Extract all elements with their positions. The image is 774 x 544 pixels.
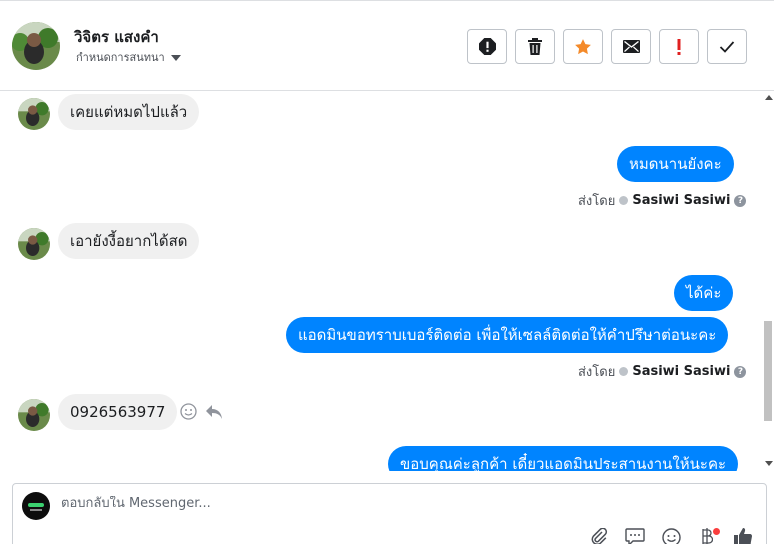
conversation-status-dropdown[interactable]: กำหนดการสนทนา	[76, 48, 181, 66]
exclamation-icon	[676, 38, 682, 56]
conversation-header: วิจิตร แสงคำ กำหนดการสนทนา	[0, 0, 774, 91]
react-emoji-icon[interactable]	[180, 403, 197, 424]
caret-down-icon	[170, 54, 181, 61]
incoming-message: 0926563977	[58, 394, 178, 430]
emoji-button[interactable]	[660, 527, 682, 544]
follow-up-button[interactable]	[659, 29, 699, 64]
sent-by-label: ส่งโดย	[578, 365, 616, 380]
incoming-message: เคยแต่หมดไปแล้ว	[58, 94, 200, 130]
report-icon	[478, 38, 496, 55]
scroll-thumb[interactable]	[764, 321, 772, 421]
payment-button[interactable]	[696, 528, 720, 544]
sender-avatar	[18, 98, 50, 130]
agent-status-icon	[619, 196, 629, 205]
trash-icon	[527, 38, 543, 55]
baht-icon	[701, 528, 714, 544]
thumbs-up-icon	[733, 527, 753, 544]
reply-icon[interactable]	[205, 404, 223, 424]
outgoing-message: หมดนานยังคะ	[617, 146, 734, 182]
chat-bubble-icon	[625, 528, 645, 544]
sent-by-label: ส่งโดย	[578, 194, 616, 209]
smiley-icon	[661, 527, 681, 544]
message-hover-tools	[180, 403, 223, 424]
agent-name: Sasiwi Sasiwi	[632, 364, 731, 379]
reply-input[interactable]	[61, 496, 581, 511]
paperclip-icon	[590, 527, 608, 544]
conversation-status-label: กำหนดการสนทนา	[76, 51, 165, 64]
outgoing-message: แอดมินขอทราบเบอร์ติดต่อ เพื่อให้เซลล์ติด…	[286, 317, 729, 353]
page-logo	[22, 492, 50, 520]
report-spam-button[interactable]	[467, 29, 507, 64]
check-icon	[719, 40, 735, 53]
sender-avatar	[18, 228, 50, 260]
contact-avatar[interactable]	[12, 22, 60, 70]
delete-button[interactable]	[515, 29, 555, 64]
like-button[interactable]	[732, 528, 754, 544]
help-icon[interactable]: ?	[734, 194, 747, 207]
sent-by-info: ส่งโดย Sasiwi Sasiwi ?	[578, 361, 747, 382]
star-icon	[574, 38, 592, 56]
mark-done-button[interactable]	[707, 29, 747, 64]
scroll-down-arrow[interactable]	[765, 461, 773, 466]
mark-unread-button[interactable]	[611, 29, 651, 64]
outgoing-message: ขอบคุณค่ะลูกค้า เดี๋ยวแอดมินประสานงานให้…	[388, 446, 739, 471]
sender-avatar	[18, 399, 50, 431]
scroll-up-arrow[interactable]	[765, 95, 773, 100]
star-button[interactable]	[563, 29, 603, 64]
conversation-actions	[467, 29, 747, 64]
composer-toolbar	[588, 527, 754, 544]
contact-name: วิจิตร แสงคำ	[74, 28, 159, 46]
sent-by-info: ส่งโดย Sasiwi Sasiwi ?	[578, 190, 747, 211]
outgoing-message: ได้ค่ะ	[674, 275, 734, 311]
thread-scrollbar[interactable]	[762, 91, 774, 470]
saved-replies-button[interactable]	[624, 528, 646, 544]
envelope-icon	[622, 40, 640, 53]
message-thread[interactable]: เคยแต่หมดไปแล้ว หมดนานยังคะ ส่งโดย Sasiw…	[0, 91, 774, 471]
agent-name: Sasiwi Sasiwi	[632, 193, 731, 208]
agent-status-icon	[619, 367, 629, 376]
attach-button[interactable]	[588, 527, 610, 544]
help-icon[interactable]: ?	[734, 365, 747, 378]
notification-dot	[713, 528, 720, 535]
reply-composer	[12, 483, 767, 544]
incoming-message: เอายังงี้อยากได้สด	[58, 223, 200, 259]
